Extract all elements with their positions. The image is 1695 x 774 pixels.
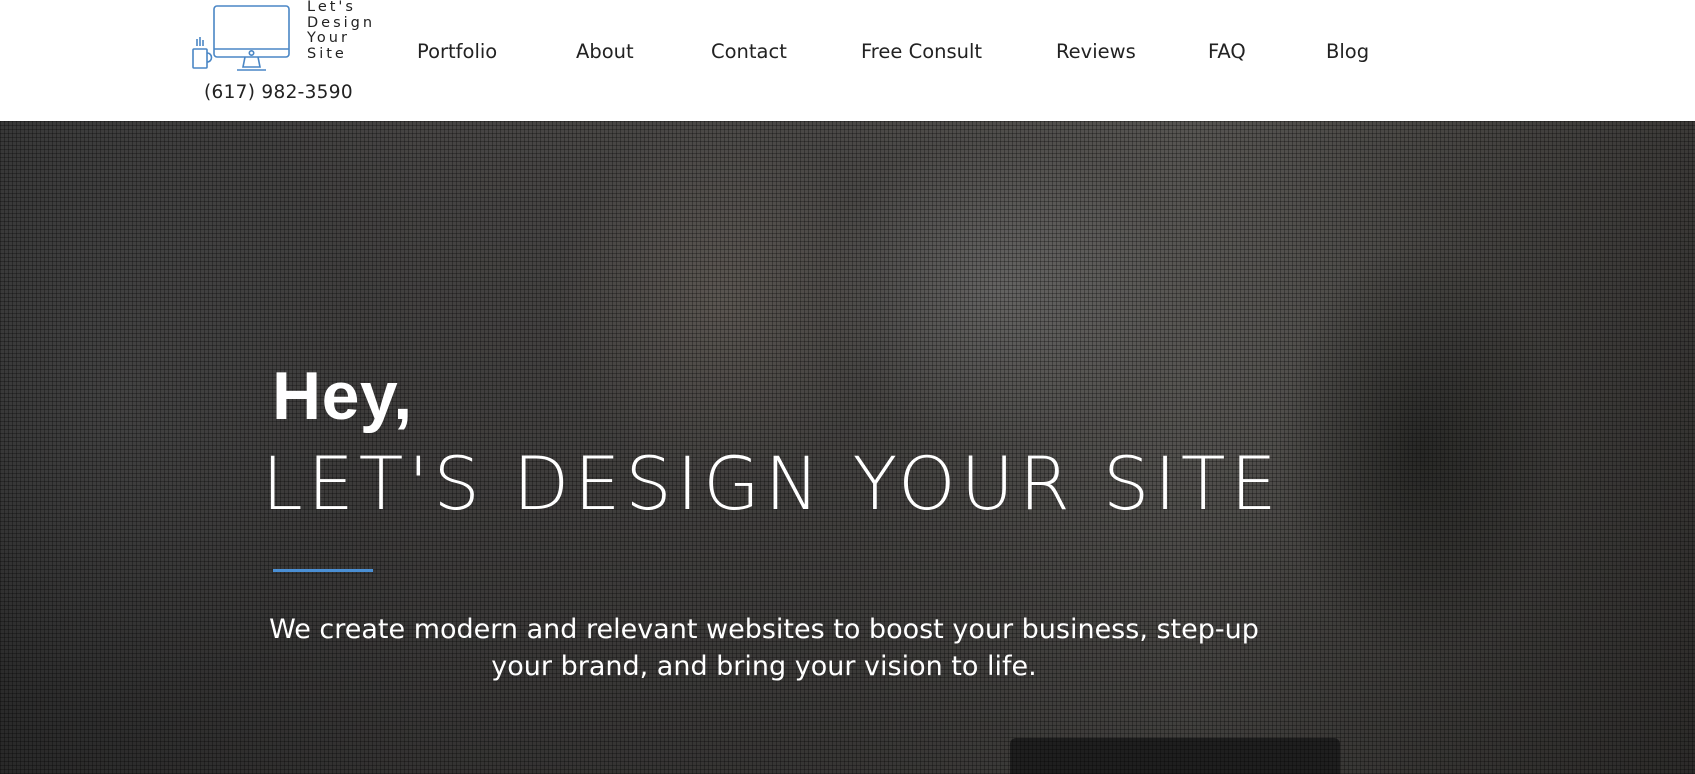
hero-subtitle-line-1: We create modern and relevant websites t… xyxy=(269,614,1259,645)
hero-title: LET'S DESIGN YOUR SITE xyxy=(262,442,1282,527)
nav-item-blog[interactable]: Blog xyxy=(1326,40,1369,63)
hero-subtitle-line-2: your brand, and bring your vision to lif… xyxy=(491,651,1037,682)
nav-item-free-consult[interactable]: Free Consult xyxy=(861,40,982,63)
hero-section: Hey, LET'S DESIGN YOUR SITE We create mo… xyxy=(0,121,1695,774)
main-nav: Portfolio About Contact Free Consult Rev… xyxy=(0,0,1695,108)
nav-item-faq[interactable]: FAQ xyxy=(1208,40,1246,63)
nav-item-about[interactable]: About xyxy=(576,40,634,63)
hero-accent-divider xyxy=(273,569,373,572)
nav-item-reviews[interactable]: Reviews xyxy=(1056,40,1136,63)
hero-greeting: Hey, xyxy=(272,358,413,434)
nav-item-contact[interactable]: Contact xyxy=(711,40,787,63)
hero-subtitle: We create modern and relevant websites t… xyxy=(264,611,1264,685)
site-header: Let's Design Your Site (617) 982-3590 Po… xyxy=(0,0,1695,121)
nav-item-portfolio[interactable]: Portfolio xyxy=(417,40,497,63)
